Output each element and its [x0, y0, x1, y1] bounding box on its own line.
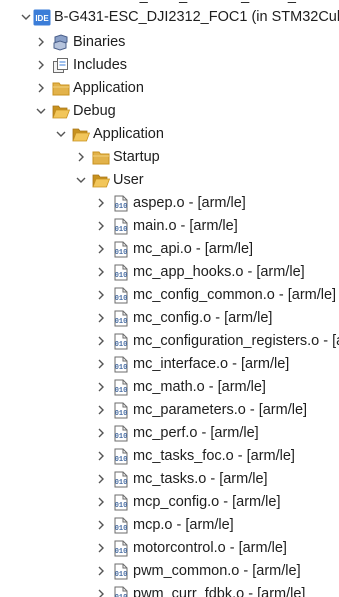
svg-text:010: 010 [115, 318, 128, 326]
chevron-right-icon[interactable] [95, 399, 107, 422]
open-folder-icon [92, 172, 111, 189]
object-file-icon: 010 [112, 310, 130, 327]
tree-item-label: mc_parameters.o - [arm/le] [133, 402, 308, 418]
object-file-icon: 010 [112, 356, 130, 373]
tree-item-label: Application [73, 80, 144, 96]
object-file-icon: 010 [112, 287, 130, 304]
chevron-right-icon[interactable] [35, 77, 47, 100]
svg-text:010: 010 [115, 226, 128, 234]
chevron-right-icon[interactable] [95, 560, 107, 583]
tree-item-label: mcp.o - [arm/le] [133, 517, 234, 533]
tree-item-label: mc_config.o - [arm/le] [133, 310, 273, 326]
object-file-icon: 010 [112, 471, 130, 488]
svg-text:010: 010 [115, 479, 128, 487]
svg-text:010: 010 [115, 410, 128, 418]
tree-item-label: mcp_config.o - [arm/le] [133, 494, 281, 510]
folder-icon [92, 149, 110, 166]
svg-text:010: 010 [115, 433, 128, 441]
binaries-icon [52, 34, 70, 51]
svg-text:IDE: IDE [35, 14, 49, 23]
chevron-right-icon[interactable] [95, 284, 107, 307]
object-file-icon: 010 [112, 517, 130, 534]
object-file-icon: 010 [112, 402, 130, 419]
chevron-right-icon[interactable] [95, 445, 107, 468]
chevron-right-icon[interactable] [95, 307, 107, 330]
project-explorer-tree: B-G431-ESC_BK..._DJI2312_FOC1_... IDE B-… [0, 0, 339, 597]
project-label: B-G431-ESC_DJI2312_FOC1 (in STM32CubeIDE… [54, 9, 339, 25]
object-file-icon: 010 [112, 379, 130, 396]
tree-item-label: mc_perf.o - [arm/le] [133, 425, 259, 441]
tree-item-label: User [113, 172, 144, 188]
chevron-down-icon[interactable] [35, 100, 47, 123]
tree-item-label: mc_interface.o - [arm/le] [133, 356, 290, 372]
chevron-right-icon[interactable] [95, 353, 107, 376]
svg-text:010: 010 [115, 272, 128, 280]
tree-item-label: pwm_curr_fdbk.o - [arm/le] [133, 586, 306, 597]
chevron-right-icon[interactable] [95, 215, 107, 238]
chevron-right-icon[interactable] [95, 261, 107, 284]
chevron-right-icon[interactable] [95, 238, 107, 261]
svg-text:010: 010 [115, 203, 128, 211]
chevron-down-icon[interactable] [75, 169, 87, 192]
tree-item-label: pwm_common.o - [arm/le] [133, 563, 301, 579]
object-file-icon: 010 [112, 448, 130, 465]
object-file-icon: 010 [112, 494, 130, 511]
object-file-icon: 010 [112, 563, 130, 580]
svg-text:010: 010 [115, 249, 128, 257]
svg-text:010: 010 [115, 548, 128, 556]
svg-text:010: 010 [115, 364, 128, 372]
tree-item-label: Includes [73, 57, 128, 73]
tree-item-label: aspep.o - [arm/le] [133, 195, 246, 211]
svg-text:010: 010 [115, 295, 128, 303]
tree-item-label: mc_config_common.o - [arm/le] [133, 287, 337, 303]
tree-item-label: Binaries [73, 34, 126, 50]
ide-project-icon: IDE [33, 9, 51, 26]
svg-text:010: 010 [115, 456, 128, 464]
svg-text:010: 010 [115, 341, 128, 349]
svg-text:010: 010 [115, 502, 128, 510]
object-file-icon: 010 [112, 425, 130, 442]
chevron-down-icon[interactable] [20, 6, 32, 29]
tree-item-label: Application [93, 126, 164, 142]
object-file-icon: 010 [112, 241, 130, 258]
chevron-right-icon[interactable] [35, 31, 47, 54]
tree-item-label: mc_tasks_foc.o - [arm/le] [133, 448, 295, 464]
svg-text:010: 010 [115, 571, 128, 579]
tree-item-label: mc_app_hooks.o - [arm/le] [133, 264, 305, 280]
chevron-down-icon[interactable] [55, 123, 67, 146]
chevron-right-icon[interactable] [95, 468, 107, 491]
open-folder-icon [72, 126, 91, 143]
chevron-right-icon[interactable] [95, 583, 107, 597]
tree-item-label: Startup [113, 149, 160, 165]
folder-icon [52, 80, 70, 97]
tree-item-label: mc_configuration_registers.o - [arm/le] [133, 333, 339, 349]
object-file-icon: 010 [112, 218, 130, 235]
chevron-right-icon[interactable] [75, 146, 87, 169]
chevron-right-icon[interactable] [95, 192, 107, 215]
chevron-right-icon[interactable] [95, 330, 107, 353]
chevron-right-icon[interactable] [95, 376, 107, 399]
open-folder-icon [52, 103, 71, 120]
object-file-icon: 010 [112, 333, 130, 350]
tree-item-label: Debug [73, 103, 116, 119]
object-file-icon: 010 [112, 540, 130, 557]
tree-item-label: mc_tasks.o - [arm/le] [133, 471, 268, 487]
includes-icon [52, 57, 70, 74]
tree-item-label: mc_math.o - [arm/le] [133, 379, 266, 395]
chevron-right-icon[interactable] [95, 514, 107, 537]
object-file-icon: 010 [112, 264, 130, 281]
svg-text:010: 010 [115, 387, 128, 395]
tree-item-label: mc_api.o - [arm/le] [133, 241, 254, 257]
svg-text:010: 010 [115, 525, 128, 533]
object-file-icon: 010 [112, 586, 130, 597]
chevron-right-icon[interactable] [35, 54, 47, 77]
tree-item-label: motorcontrol.o - [arm/le] [133, 540, 287, 556]
chevron-right-icon[interactable] [95, 491, 107, 514]
object-file-icon: 010 [112, 195, 130, 212]
tree-item-label: main.o - [arm/le] [133, 218, 238, 234]
chevron-right-icon[interactable] [95, 422, 107, 445]
chevron-right-icon[interactable] [95, 537, 107, 560]
